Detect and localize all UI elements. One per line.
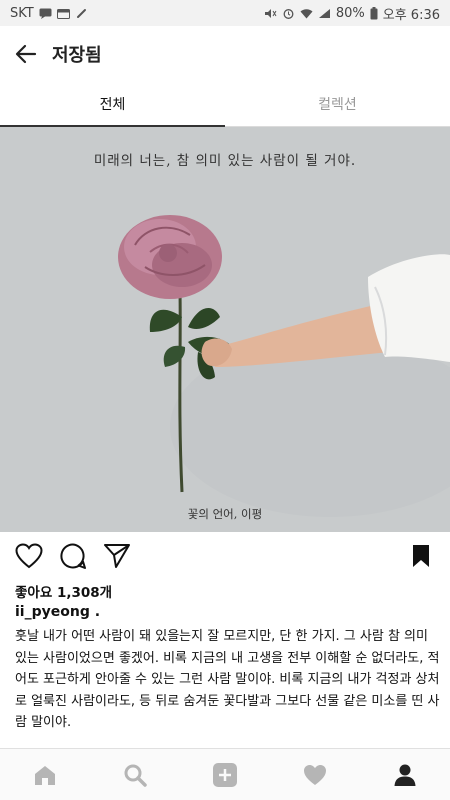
home-icon — [35, 765, 55, 785]
bookmark-icon — [413, 545, 429, 567]
back-arrow-icon — [15, 44, 37, 64]
heart-icon — [15, 543, 43, 569]
alarm-icon — [283, 8, 294, 19]
chat-icon — [39, 8, 52, 19]
share-button[interactable] — [102, 541, 132, 571]
clock: 오후 6:36 — [382, 7, 440, 23]
post-username[interactable]: ii_pyeong . — [15, 604, 100, 620]
tab-all-label: 전체 — [99, 97, 126, 113]
signal-icon — [318, 8, 330, 18]
like-count[interactable]: 좋아요 1,308개 — [15, 581, 112, 601]
save-button[interactable] — [406, 541, 436, 571]
mute-icon — [264, 8, 277, 18]
battery-icon — [370, 6, 378, 19]
back-button[interactable] — [0, 26, 52, 82]
nav-home[interactable] — [25, 755, 65, 795]
nav-activity[interactable] — [295, 755, 335, 795]
post-actions — [0, 534, 450, 578]
carrier-label: SKT — [10, 5, 34, 21]
calendar-icon — [56, 8, 70, 19]
profile-icon — [394, 764, 416, 786]
battery-percent: 80% — [335, 5, 365, 21]
send-icon — [104, 544, 130, 568]
tab-bar: 전체 컬렉션 — [0, 82, 450, 127]
nav-add[interactable] — [205, 755, 245, 795]
rose-illustration — [0, 127, 450, 532]
search-icon — [124, 764, 147, 787]
comment-icon — [60, 543, 86, 569]
heart-icon — [304, 764, 326, 785]
wifi-icon — [300, 8, 313, 18]
tab-collections-label: 컬렉션 — [318, 97, 357, 113]
page-title: 저장됨 — [52, 45, 102, 66]
bottom-nav — [0, 748, 450, 800]
tab-collections[interactable]: 컬렉션 — [225, 82, 450, 126]
image-credit: 꽃의 언어, 이평 — [187, 507, 263, 521]
post-image[interactable]: 미래의 너는, 참 의미 있는 사람이 될 거야. 꽃의 언어, 이평 — [0, 127, 450, 532]
like-button[interactable] — [14, 541, 44, 571]
status-bar: SKT 80% 오후 6:36 — [0, 0, 450, 26]
comment-button[interactable] — [58, 541, 88, 571]
tab-all[interactable]: 전체 — [0, 82, 225, 127]
app-header: 저장됨 — [0, 26, 450, 82]
nav-search[interactable] — [115, 755, 155, 795]
add-icon — [213, 762, 237, 787]
post-caption: 훗날 내가 어떤 사람이 돼 있을는지 잘 모르지만, 단 한 가지. 그 사람… — [15, 629, 440, 730]
nav-profile[interactable] — [385, 755, 425, 795]
image-quote: 미래의 너는, 참 의미 있는 사람이 될 거야. — [93, 153, 357, 169]
link-icon — [76, 8, 86, 18]
